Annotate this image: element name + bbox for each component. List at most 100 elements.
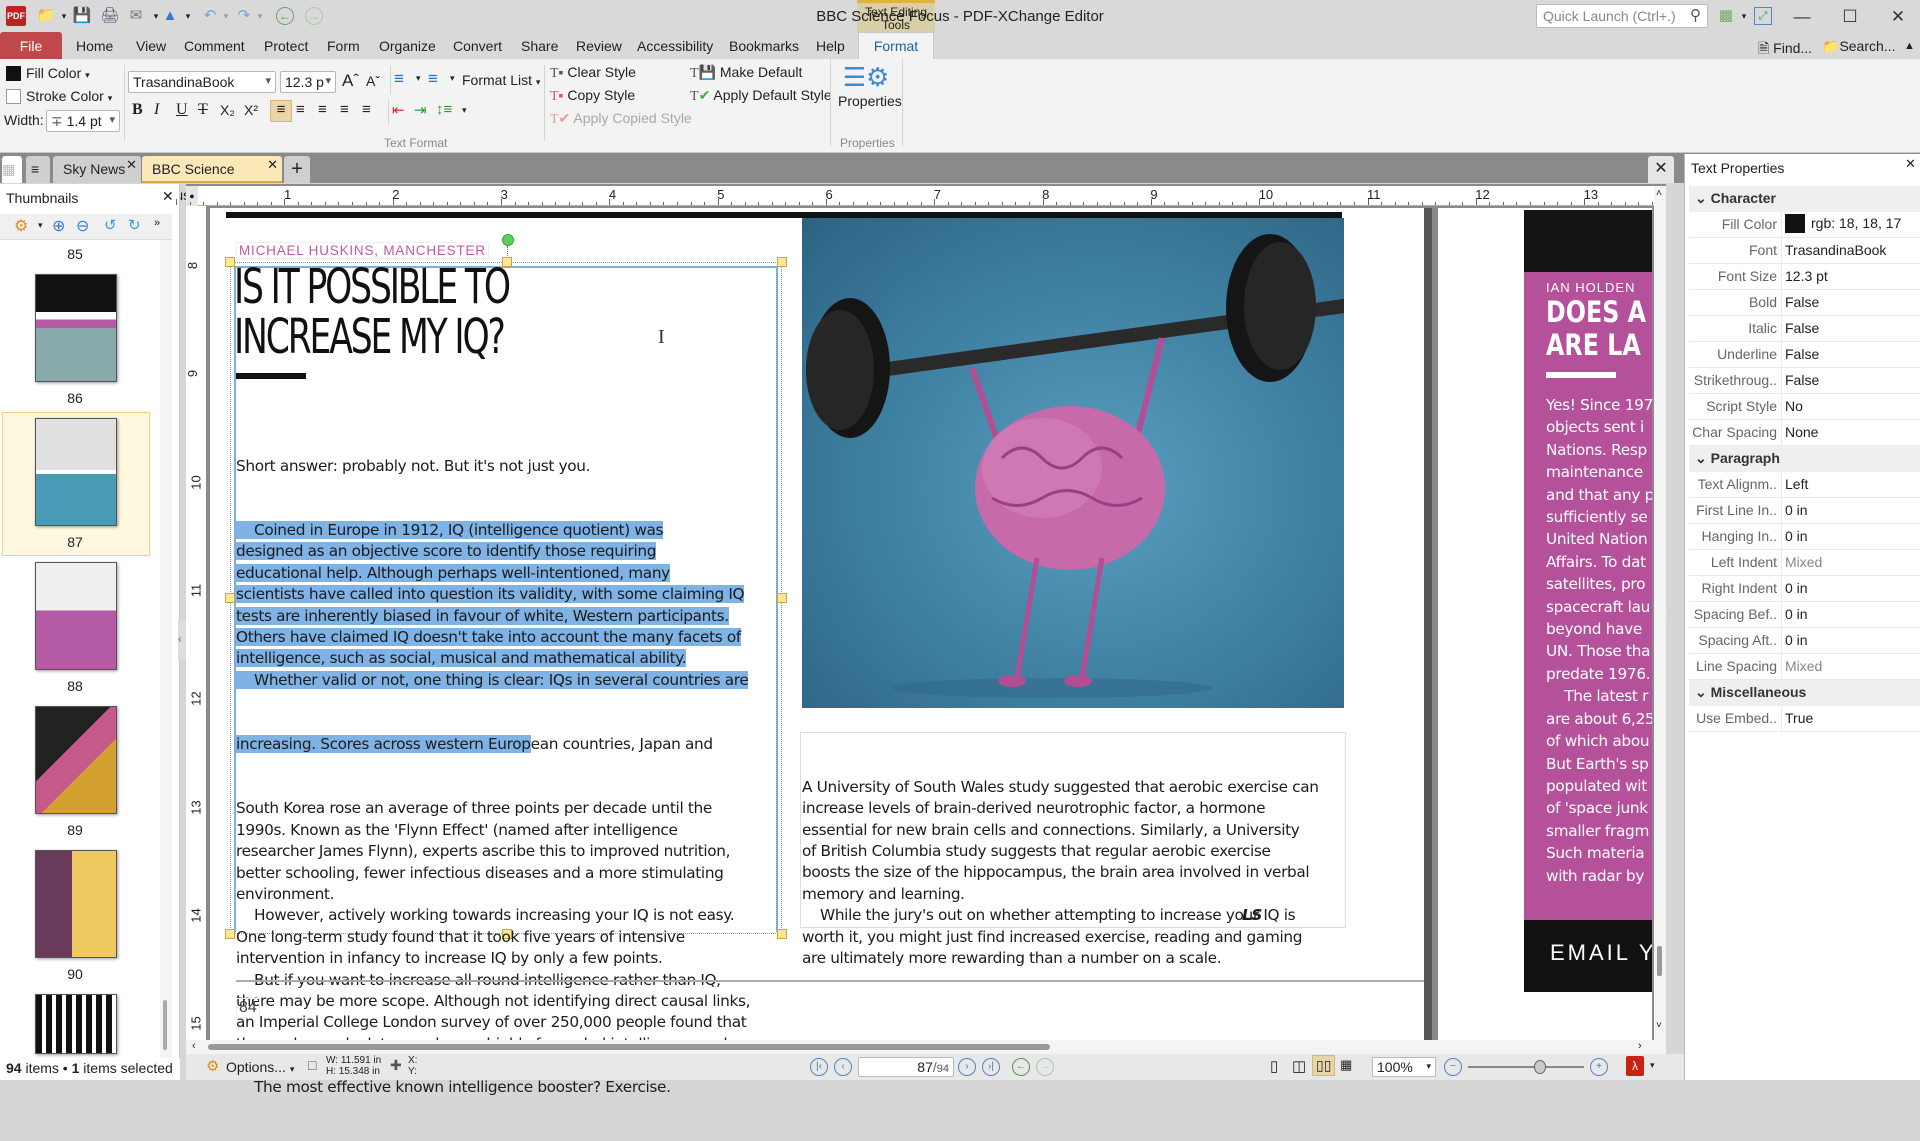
property-value[interactable]: False <box>1785 372 1819 388</box>
thumbnail-page-87[interactable] <box>35 418 117 526</box>
document-horizontal-scrollbar[interactable]: ‹ › <box>186 1040 1666 1054</box>
align-justify-all-button[interactable]: ≡ <box>362 101 371 118</box>
italic-button[interactable]: I <box>154 101 159 119</box>
scroll-up-icon[interactable]: ˄ <box>1656 188 1662 199</box>
property-value[interactable]: No <box>1785 398 1803 414</box>
line-spacing-button[interactable]: ↕≡ <box>436 101 452 118</box>
property-row[interactable]: Italic False <box>1689 316 1920 342</box>
close-document-button[interactable]: ✕ <box>1648 156 1674 183</box>
scan-icon[interactable]: ▲ <box>160 6 180 26</box>
thumbnails-scrollbar[interactable] <box>160 240 172 1076</box>
chevron-down-icon[interactable]: ▾ <box>450 73 455 84</box>
new-tab-button[interactable]: + <box>284 156 310 183</box>
property-value[interactable]: False <box>1785 294 1819 310</box>
search-button[interactable]: 📁Search... <box>1822 38 1895 55</box>
zoom-level-select[interactable]: 100% ▾ <box>1372 1057 1436 1077</box>
property-value[interactable]: False <box>1785 320 1819 336</box>
copy-style-button[interactable]: T▪ Copy Style <box>550 87 635 105</box>
menu-organize[interactable]: Organize <box>379 38 436 54</box>
forward-view-icon[interactable]: → <box>305 7 323 25</box>
font-name-select[interactable]: TrasandinaBook ▾ <box>128 71 276 93</box>
zoom-slider-thumb[interactable] <box>1533 1060 1546 1074</box>
thumbnail-page-90[interactable] <box>35 850 117 958</box>
menu-help[interactable]: Help <box>816 38 845 54</box>
section-header-character[interactable]: ⌄ Character <box>1689 186 1920 212</box>
close-window-button[interactable]: ✕ <box>1878 4 1918 30</box>
property-value[interactable]: Mixed <box>1785 554 1822 570</box>
make-default-button[interactable]: T💾 Make Default <box>690 64 802 82</box>
collapse-ribbon-icon[interactable]: ▲ <box>1904 40 1915 52</box>
selected-text-line[interactable]: Coined in Europe in 1912, IQ (intelligen… <box>236 521 663 540</box>
thumbnail-page-88[interactable] <box>35 562 117 670</box>
property-value[interactable]: Mixed <box>1785 658 1822 674</box>
thumbnail-page-91[interactable] <box>35 994 117 1054</box>
property-row[interactable]: Fill Color rgb: 18, 18, 17 <box>1689 212 1920 238</box>
pdf-page-85[interactable]: IAN HOLDEN DOES A ARE LA Yes! Since 197 o… <box>1438 208 1652 1040</box>
ui-options-icon[interactable]: ▩ <box>1716 6 1736 26</box>
scan-dropdown-icon[interactable]: ▾ <box>178 6 198 26</box>
stroke-color-button[interactable]: Stroke Color ▾ <box>26 88 112 104</box>
back-view-icon[interactable]: ← <box>276 7 294 25</box>
horizontal-ruler[interactable]: 1 2 3 4 5 6 7 8 9 10 11 12 13 <box>176 186 1654 206</box>
horizontal-scroll-thumb[interactable] <box>208 1044 1050 1050</box>
vertical-scroll-thumb[interactable] <box>1657 946 1662 976</box>
zoom-out-thumbnails-icon[interactable]: ⊖ <box>76 216 89 236</box>
bold-button[interactable]: B <box>132 101 143 119</box>
selected-text-line[interactable]: Whether valid or not, one thing is clear… <box>236 670 749 689</box>
strikethrough-button[interactable]: T <box>198 101 208 119</box>
facing-view-icon[interactable]: ▯▯ <box>1312 1055 1336 1076</box>
rotate-right-icon[interactable]: ↻ <box>128 216 141 234</box>
menu-convert[interactable]: Convert <box>453 38 502 54</box>
property-row[interactable]: Right Indent 0 in <box>1689 576 1920 602</box>
menu-share[interactable]: Share <box>521 38 558 54</box>
thumbnails-scroll-thumb[interactable] <box>163 1000 167 1050</box>
article-body-column-1[interactable]: Short answer: probably not. But it's not… <box>236 413 781 1141</box>
panel-collapse-right-icon[interactable]: › <box>1668 600 1680 630</box>
property-row[interactable]: Text Alignm.. Left <box>1689 472 1920 498</box>
font-size-select[interactable]: 12.3 p ▾ <box>280 71 336 93</box>
selected-text-fragment[interactable]: increasing. Scores across western Europ <box>236 735 531 754</box>
rotate-handle[interactable] <box>502 234 514 246</box>
align-center-button[interactable]: ≡ <box>296 101 305 118</box>
bullet-list-icon[interactable]: ≡ <box>394 69 404 89</box>
thumbnail-options-icon[interactable]: ⚙ <box>14 216 28 236</box>
selected-text[interactable]: Coined in Europe in 1912, IQ (intelligen… <box>236 520 781 691</box>
quick-launch-input[interactable]: Quick Launch (Ctrl+.) ⚲ <box>1536 4 1708 28</box>
tab-sky-news[interactable]: Sky News ✕ <box>53 156 141 183</box>
undo-dropdown-icon[interactable]: ▾ <box>216 6 236 26</box>
property-value[interactable]: 0 in <box>1785 528 1808 544</box>
continuous-facing-view-icon[interactable]: ▦ <box>1340 1057 1352 1073</box>
property-value[interactable]: 0 in <box>1785 632 1808 648</box>
ui-options-dropdown-icon[interactable]: ▾ <box>1734 6 1754 26</box>
close-panel-icon[interactable]: ✕ <box>1905 156 1916 172</box>
property-row[interactable]: Script Style No <box>1689 394 1920 420</box>
color-swatch[interactable] <box>1785 214 1805 233</box>
property-value[interactable]: TrasandinaBook <box>1785 242 1886 258</box>
property-row[interactable]: Underline False <box>1689 342 1920 368</box>
menu-accessibility[interactable]: Accessibility <box>637 38 713 54</box>
selected-text-line[interactable]: tests are inherently biased in favour of… <box>236 606 729 625</box>
fill-color-button[interactable]: Fill Color ▾ <box>26 65 90 81</box>
menu-comment[interactable]: Comment <box>184 38 245 54</box>
property-value[interactable]: False <box>1785 346 1819 362</box>
scroll-right-icon[interactable]: › <box>1638 1040 1642 1052</box>
single-page-view-icon[interactable]: ▯ <box>1270 1057 1278 1075</box>
pdf-page-84[interactable]: MICHAEL HUSKINS, MANCHESTER IS IT POSSIB… <box>210 208 1432 1096</box>
shrink-font-icon[interactable]: Aˇ <box>366 73 380 89</box>
section-header-paragraph[interactable]: ⌄ Paragraph <box>1689 446 1920 472</box>
menu-form[interactable]: Form <box>327 38 360 54</box>
rotate-left-icon[interactable]: ↺ <box>104 216 117 234</box>
options-button[interactable]: Options... ▾ <box>226 1059 294 1075</box>
section-header-miscellaneous[interactable]: ⌄ Miscellaneous <box>1689 680 1920 706</box>
property-row[interactable]: Hanging In.. 0 in <box>1689 524 1920 550</box>
tab-bbc-science-focus[interactable]: BBC Science Focus✕ <box>142 156 282 203</box>
chevron-down-icon[interactable]: ▾ <box>1650 1060 1655 1071</box>
property-value[interactable]: 0 in <box>1785 580 1808 596</box>
email-icon[interactable]: ✉ <box>126 6 146 26</box>
pdf-xchange-icon[interactable]: λ <box>1626 1056 1644 1076</box>
menu-view[interactable]: View <box>136 38 166 54</box>
property-row[interactable]: Left Indent Mixed <box>1689 550 1920 576</box>
more-options-icon[interactable]: » <box>154 217 160 229</box>
decrease-indent-button[interactable]: ⇤ <box>392 101 405 119</box>
article-body-column-2[interactable]: A University of South Wales study sugges… <box>802 734 1347 1012</box>
